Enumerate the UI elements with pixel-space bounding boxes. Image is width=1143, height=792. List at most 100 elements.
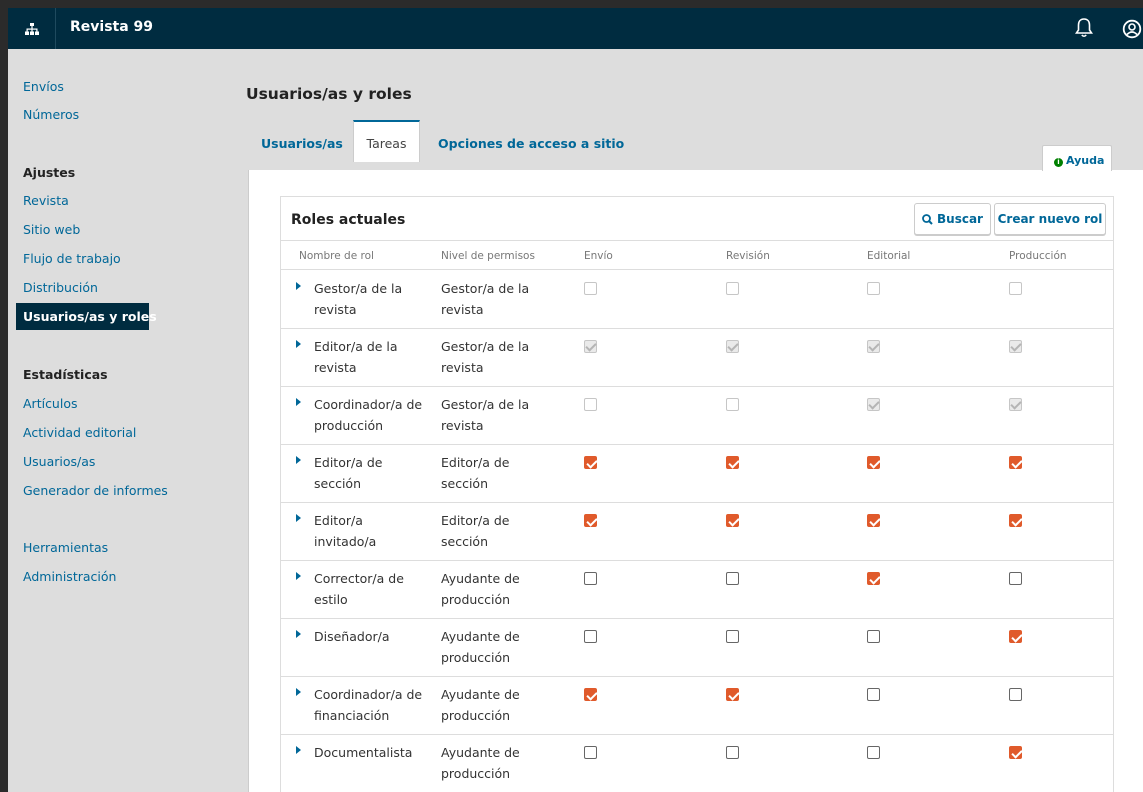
checkbox-produccion[interactable] [1009, 688, 1022, 701]
search-icon [922, 214, 933, 228]
role-name[interactable]: Coordinador/a de financiación [314, 684, 424, 726]
sidebar-item-distribucion[interactable]: Distribución [23, 280, 98, 295]
checkbox-envio [584, 282, 597, 295]
roles-grid: Roles actuales Buscar Crear nuevo rol No… [280, 196, 1114, 792]
role-name[interactable]: Corrector/a de estilo [314, 568, 424, 610]
checkbox-revision[interactable] [726, 514, 739, 527]
checkbox-produccion[interactable] [1009, 746, 1022, 759]
role-name[interactable]: Gestor/a de la revista [314, 278, 424, 320]
permission-level: Ayudante de producción [441, 687, 520, 723]
col-header-produccion: Producción [1009, 250, 1067, 262]
role-name[interactable]: Editor/a de sección [314, 452, 424, 494]
checkbox-envio[interactable] [584, 572, 597, 585]
search-button-label: Buscar [937, 212, 983, 226]
checkbox-produccion[interactable] [1009, 572, 1022, 585]
table-row: Corrector/a de estilo Ayudante de producc… [281, 561, 1113, 619]
checkbox-revision [726, 340, 739, 353]
checkbox-revision[interactable] [726, 630, 739, 643]
search-button[interactable]: Buscar [914, 203, 991, 235]
checkbox-produccion[interactable] [1009, 630, 1022, 643]
checkbox-editorial[interactable] [867, 456, 880, 469]
help-button[interactable]: i Ayuda [1042, 145, 1112, 171]
table-row: Coordinador/a de producción Gestor/a de l… [281, 387, 1113, 445]
checkbox-editorial[interactable] [867, 630, 880, 643]
checkbox-produccion[interactable] [1009, 456, 1022, 469]
checkbox-editorial[interactable] [867, 746, 880, 759]
checkbox-envio [584, 398, 597, 411]
checkbox-produccion[interactable] [1009, 514, 1022, 527]
checkbox-editorial[interactable] [867, 572, 880, 585]
permission-level: Ayudante de producción [441, 745, 520, 781]
checkbox-envio [584, 340, 597, 353]
checkbox-envio[interactable] [584, 746, 597, 759]
sidebar-item-usuarios-y-roles[interactable]: Usuarios/as y roles [16, 303, 157, 330]
expand-arrow-icon[interactable] [296, 688, 301, 696]
table-row: Editor/a de sección Editor/a de sección [281, 445, 1113, 503]
checkbox-envio[interactable] [584, 456, 597, 469]
checkbox-editorial[interactable] [867, 688, 880, 701]
role-name[interactable]: Coordinador/a de producción [314, 394, 424, 436]
checkbox-revision[interactable] [726, 688, 739, 701]
checkbox-editorial [867, 340, 880, 353]
sidebar-item-generador-de-informes[interactable]: Generador de informes [23, 483, 168, 498]
col-header-revision: Revisión [726, 250, 770, 262]
table-row: Documentalista Ayudante de producción [281, 735, 1113, 792]
permission-level: Gestor/a de la revista [441, 339, 530, 375]
create-role-button[interactable]: Crear nuevo rol [994, 203, 1106, 235]
role-name[interactable]: Editor/a invitado/a [314, 510, 424, 552]
expand-arrow-icon[interactable] [296, 340, 301, 348]
permission-level: Ayudante de producción [441, 571, 520, 607]
sidebar-item-actividad-editorial[interactable]: Actividad editorial [23, 425, 136, 440]
top-bar: Revista 99 [8, 8, 1143, 49]
role-name[interactable]: Diseñador/a [314, 626, 424, 647]
checkbox-revision[interactable] [726, 746, 739, 759]
notifications-bell-icon[interactable] [1074, 17, 1094, 43]
user-account-icon[interactable] [1122, 19, 1142, 43]
sidebar-item-usuarios[interactable]: Usuarios/as [23, 454, 95, 469]
tab-tareas[interactable]: Tareas [353, 120, 420, 162]
page-title: Usuarios/as y roles [246, 85, 412, 103]
checkbox-editorial [867, 398, 880, 411]
tab-usuarios[interactable]: Usuarios/as [261, 120, 343, 162]
tab-opciones-de-acceso[interactable]: Opciones de acceso a sitio [438, 120, 624, 162]
sidebar-item-articulos[interactable]: Artículos [23, 396, 78, 411]
expand-arrow-icon[interactable] [296, 456, 301, 464]
sidebar-item-administracion[interactable]: Administración [23, 569, 116, 584]
expand-arrow-icon[interactable] [296, 572, 301, 580]
site-map-icon[interactable] [8, 8, 56, 49]
role-name[interactable]: Documentalista [314, 742, 424, 763]
sidebar-item-flujo-de-trabajo[interactable]: Flujo de trabajo [23, 251, 121, 266]
checkbox-editorial [867, 282, 880, 295]
info-icon: i [1054, 158, 1063, 167]
expand-arrow-icon[interactable] [296, 630, 301, 638]
grid-title: Roles actuales [291, 212, 406, 228]
sidebar-nav: Envíos Números Ajustes Revista Sitio web… [8, 49, 238, 792]
checkbox-revision [726, 398, 739, 411]
sidebar-item-sitio-web[interactable]: Sitio web [23, 222, 80, 237]
sidebar-heading-estadisticas: Estadísticas [23, 367, 108, 382]
sidebar-item-numeros[interactable]: Números [23, 107, 79, 122]
permission-level: Ayudante de producción [441, 629, 520, 665]
expand-arrow-icon[interactable] [296, 398, 301, 406]
checkbox-envio[interactable] [584, 688, 597, 701]
role-name[interactable]: Editor/a de la revista [314, 336, 424, 378]
help-label: Ayuda [1066, 154, 1105, 167]
journal-title[interactable]: Revista 99 [70, 19, 153, 35]
checkbox-envio[interactable] [584, 630, 597, 643]
checkbox-envio[interactable] [584, 514, 597, 527]
expand-arrow-icon[interactable] [296, 282, 301, 290]
table-row: Diseñador/a Ayudante de producción [281, 619, 1113, 677]
checkbox-revision[interactable] [726, 572, 739, 585]
sidebar-item-revista[interactable]: Revista [23, 193, 69, 208]
checkbox-revision[interactable] [726, 456, 739, 469]
expand-arrow-icon[interactable] [296, 746, 301, 754]
checkbox-editorial[interactable] [867, 514, 880, 527]
permission-level: Gestor/a de la revista [441, 397, 530, 433]
permission-level: Editor/a de sección [441, 455, 510, 491]
checkbox-produccion [1009, 340, 1022, 353]
sidebar-heading-ajustes: Ajustes [23, 165, 76, 180]
expand-arrow-icon[interactable] [296, 514, 301, 522]
sidebar-item-envios[interactable]: Envíos [23, 79, 64, 94]
table-row: Editor/a invitado/a Editor/a de sección [281, 503, 1113, 561]
sidebar-item-herramientas[interactable]: Herramientas [23, 540, 108, 555]
